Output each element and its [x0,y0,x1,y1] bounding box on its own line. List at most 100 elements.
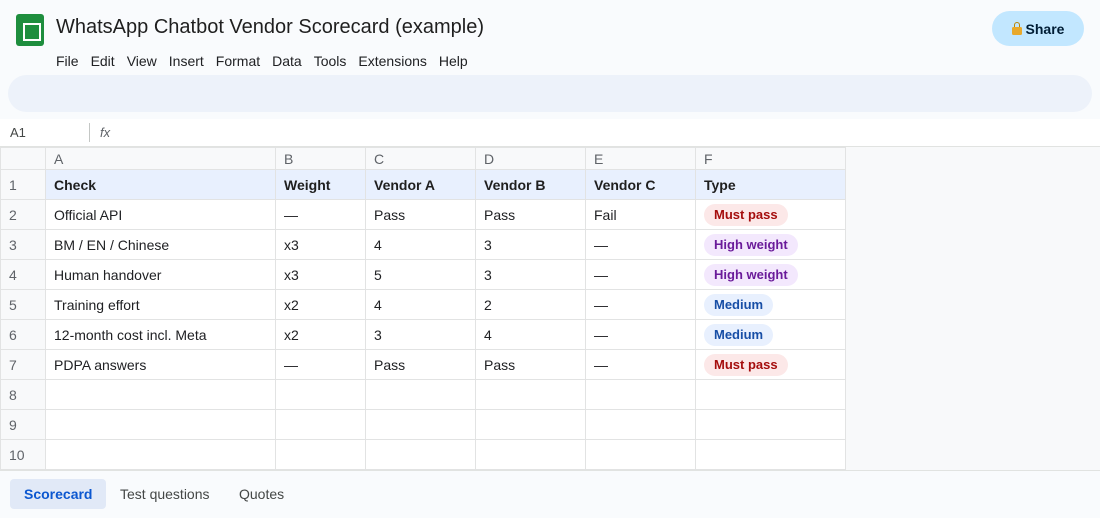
column-header-f[interactable]: F [695,147,846,170]
sheet-tab-test-questions[interactable]: Test questions [106,479,224,509]
header-cell-vendor-b[interactable]: Vendor B [475,169,586,200]
cell-vendor-b[interactable]: 4 [475,319,586,350]
empty-cell[interactable] [475,409,586,440]
cell-vendor-c[interactable]: — [585,319,696,350]
share-button[interactable]: Share [992,11,1084,46]
empty-cell[interactable] [475,439,586,470]
menu-insert[interactable]: Insert [163,51,210,71]
menu-file[interactable]: File [50,51,85,71]
row-number[interactable]: 7 [0,349,46,380]
sheet-tab-scorecard[interactable]: Scorecard [10,479,107,509]
empty-cell[interactable] [45,379,276,410]
document-title[interactable]: WhatsApp Chatbot Vendor Scorecard (examp… [56,16,484,39]
header-cell-vendor-c[interactable]: Vendor C [585,169,696,200]
menu-bar: File Edit View Insert Format Data Tools … [50,51,474,71]
empty-cell[interactable] [365,439,476,470]
row-number[interactable]: 10 [0,439,46,470]
cell-type[interactable]: Medium [695,319,846,350]
menu-format[interactable]: Format [210,51,266,71]
cell-check[interactable]: Official API [45,199,276,230]
header-cell-check[interactable]: Check [45,169,276,200]
empty-cell[interactable] [585,409,696,440]
empty-cell[interactable] [45,439,276,470]
cell-weight[interactable]: x2 [275,289,366,320]
menu-extensions[interactable]: Extensions [352,51,432,71]
cell-vendor-b[interactable]: 3 [475,229,586,260]
header-cell-weight[interactable]: Weight [275,169,366,200]
empty-cell[interactable] [365,379,476,410]
cell-type[interactable]: High weight [695,229,846,260]
empty-cell[interactable] [695,379,846,410]
header-cell-vendor-a[interactable]: Vendor A [365,169,476,200]
empty-cell[interactable] [275,379,366,410]
cell-vendor-a[interactable]: Pass [365,349,476,380]
type-badge: Must pass [704,203,788,226]
column-header-e[interactable]: E [585,147,696,170]
empty-cell[interactable] [695,409,846,440]
cell-type[interactable]: High weight [695,259,846,290]
row-number[interactable]: 4 [0,259,46,290]
row-number[interactable]: 9 [0,409,46,440]
cell-vendor-a[interactable]: 3 [365,319,476,350]
cell-check[interactable]: Training effort [45,289,276,320]
empty-cell[interactable] [585,379,696,410]
menu-edit[interactable]: Edit [85,51,121,71]
cell-vendor-a[interactable]: 4 [365,289,476,320]
table-row: 7 PDPA answers — Pass Pass — Must pass [0,349,846,380]
cell-check[interactable]: 12-month cost incl. Meta [45,319,276,350]
header-cell-type[interactable]: Type [695,169,846,200]
cell-vendor-a[interactable]: Pass [365,199,476,230]
cell-vendor-b[interactable]: 3 [475,259,586,290]
cell-check[interactable]: BM / EN / Chinese [45,229,276,260]
type-badge: Medium [704,323,774,346]
empty-cell[interactable] [475,379,586,410]
empty-row: 9 [0,409,846,440]
empty-cell[interactable] [275,409,366,440]
menu-view[interactable]: View [121,51,163,71]
cell-weight[interactable]: — [275,349,366,380]
row-number[interactable]: 1 [0,169,46,200]
cell-weight[interactable]: x3 [275,259,366,290]
empty-cell[interactable] [275,439,366,470]
sheets-logo-icon[interactable] [16,14,44,46]
cell-vendor-c[interactable]: Fail [585,199,696,230]
cell-vendor-a[interactable]: 4 [365,229,476,260]
cell-vendor-b[interactable]: Pass [475,199,586,230]
row-number[interactable]: 2 [0,199,46,230]
cell-type[interactable]: Must pass [695,349,846,380]
cell-vendor-b[interactable]: 2 [475,289,586,320]
row-number[interactable]: 6 [0,319,46,350]
name-box[interactable]: A1 [10,125,26,140]
cell-vendor-b[interactable]: Pass [475,349,586,380]
menu-data[interactable]: Data [266,51,308,71]
cell-vendor-a[interactable]: 5 [365,259,476,290]
menu-tools[interactable]: Tools [308,51,353,71]
cell-weight[interactable]: — [275,199,366,230]
cell-vendor-c[interactable]: — [585,349,696,380]
table-row: 5 Training effort x2 4 2 — Medium [0,289,846,320]
empty-cell[interactable] [585,439,696,470]
select-all-corner[interactable] [0,147,46,170]
column-header-d[interactable]: D [475,147,586,170]
column-header-c[interactable]: C [365,147,476,170]
cell-check[interactable]: PDPA answers [45,349,276,380]
empty-cell[interactable] [45,409,276,440]
empty-cell[interactable] [695,439,846,470]
column-header-a[interactable]: A [45,147,276,170]
cell-vendor-c[interactable]: — [585,259,696,290]
sheet-tab-quotes[interactable]: Quotes [225,479,298,509]
cell-vendor-c[interactable]: — [585,229,696,260]
row-number[interactable]: 5 [0,289,46,320]
row-number[interactable]: 3 [0,229,46,260]
cell-type[interactable]: Medium [695,289,846,320]
menu-help[interactable]: Help [433,51,474,71]
toolbar [8,75,1092,112]
cell-vendor-c[interactable]: — [585,289,696,320]
cell-weight[interactable]: x2 [275,319,366,350]
cell-check[interactable]: Human handover [45,259,276,290]
column-header-b[interactable]: B [275,147,366,170]
row-number[interactable]: 8 [0,379,46,410]
cell-weight[interactable]: x3 [275,229,366,260]
cell-type[interactable]: Must pass [695,199,846,230]
empty-cell[interactable] [365,409,476,440]
